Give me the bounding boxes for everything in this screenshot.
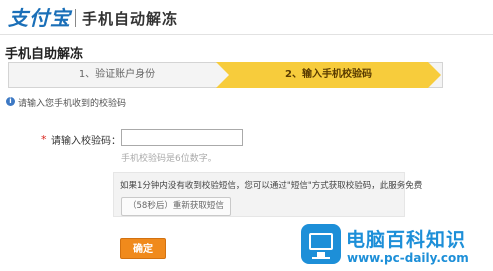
step-verify-identity: 1、验证账户身份 xyxy=(78,69,156,80)
watermark: 电脑百科知识 www.pc-daily.com xyxy=(299,219,493,271)
required-mark: * xyxy=(41,133,47,146)
resend-sms-button[interactable]: （58秒后）重新获取短信 xyxy=(121,197,231,216)
step-enter-code: 2、输入手机校验码 xyxy=(229,62,428,88)
alipay-logo[interactable]: 支付宝 xyxy=(8,2,71,31)
code-hint: 手机校验码是6位数字。 xyxy=(121,154,217,164)
info-icon: i xyxy=(6,97,15,106)
info-message: 请输入您手机收到的校验码 xyxy=(18,99,127,109)
watermark-url: www.pc-daily.com xyxy=(347,251,469,265)
code-label: 请输入校验码： xyxy=(51,136,121,147)
sms-notice-text: 如果1分钟内没有收到校验短信，您可以通过"短信"方式获取校验码，此服务免费 xyxy=(120,181,423,191)
header-divider xyxy=(75,9,76,27)
watermark-title: 电脑百科知识 xyxy=(346,229,467,251)
page-title: 手机自助解冻 xyxy=(5,47,84,62)
header: 支付宝 手机自动解冻 xyxy=(0,0,493,34)
step-arrow-tip xyxy=(428,62,441,88)
monitor-icon xyxy=(301,224,341,264)
verification-code-input[interactable] xyxy=(121,129,243,146)
step-arrow-notch xyxy=(216,62,229,88)
sms-notice-box: 如果1分钟内没有收到校验短信，您可以通过"短信"方式获取校验码，此服务免费 （5… xyxy=(113,172,422,217)
step-progress-bar: 1、验证账户身份 2、输入手机校验码 xyxy=(8,62,443,88)
header-title: 手机自动解冻 xyxy=(82,10,179,28)
confirm-button[interactable]: 确定 xyxy=(120,238,166,259)
header-divider-line xyxy=(0,34,493,35)
